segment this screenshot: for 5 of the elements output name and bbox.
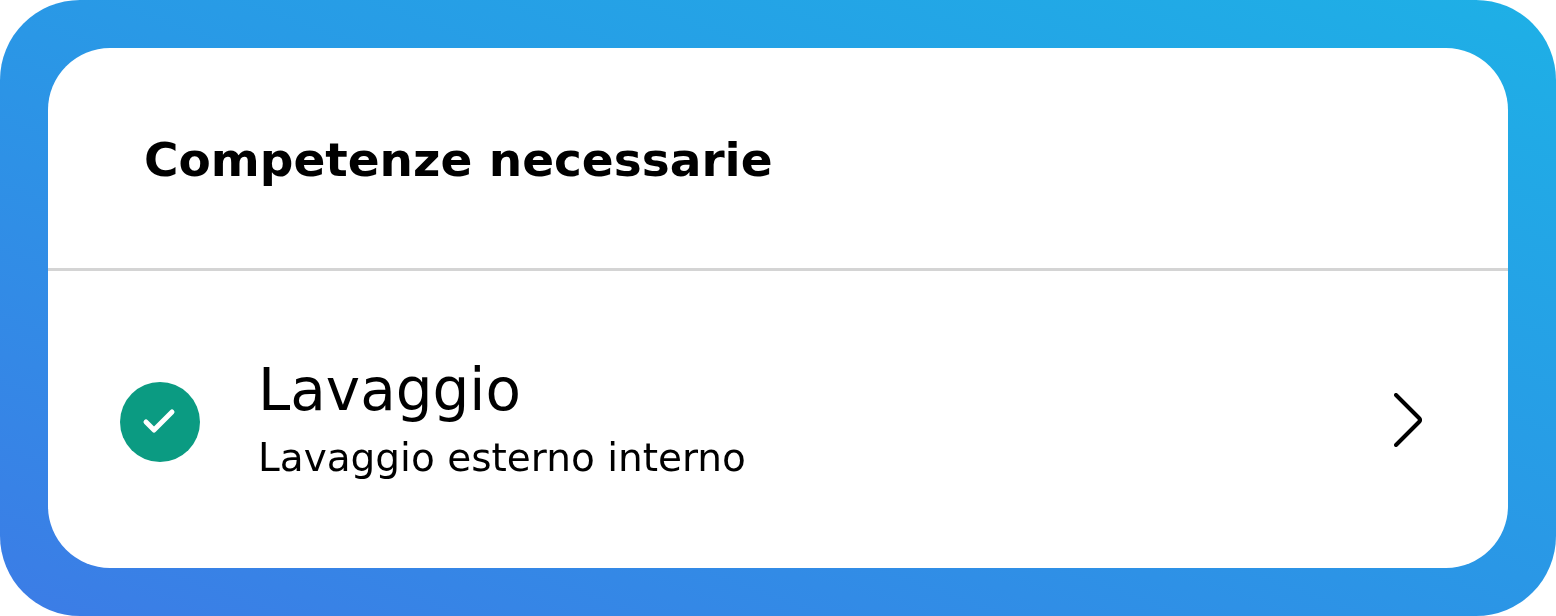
skill-row[interactable]: Lavaggio Lavaggio esterno interno xyxy=(48,271,1508,568)
card-title: Competenze necessarie xyxy=(144,134,773,186)
skill-description: Lavaggio esterno interno xyxy=(258,435,746,483)
chevron-right-icon xyxy=(1394,392,1422,447)
skill-name: Lavaggio xyxy=(258,356,521,424)
